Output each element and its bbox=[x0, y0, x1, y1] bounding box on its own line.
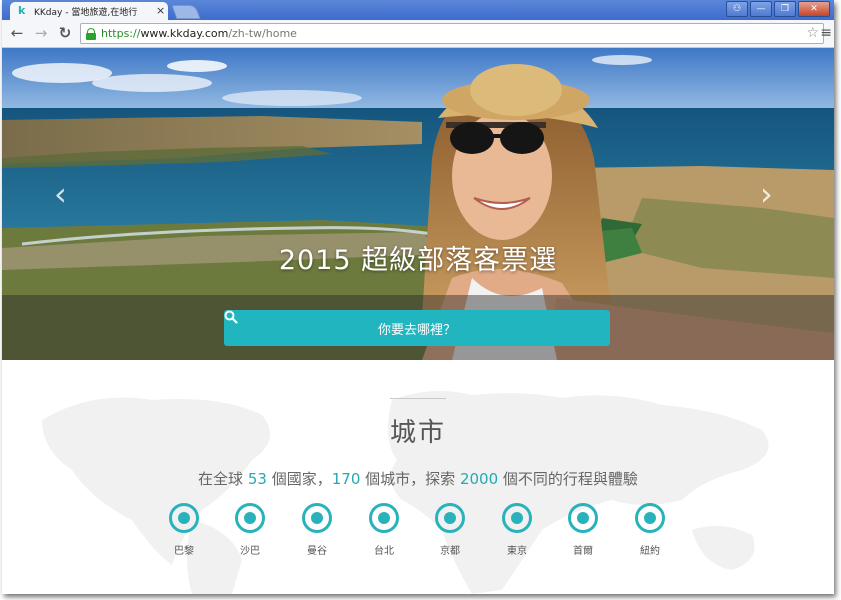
minimize-button[interactable]: — bbox=[750, 1, 772, 17]
city-marker-icon bbox=[235, 503, 265, 533]
cities-count: 170 bbox=[331, 470, 361, 488]
city-item[interactable]: 巴黎 bbox=[157, 503, 211, 557]
city-label: 曼谷 bbox=[307, 546, 327, 557]
tab-close-icon[interactable]: × bbox=[156, 5, 165, 17]
city-item[interactable]: 台北 bbox=[357, 503, 411, 557]
search-placeholder: 你要去哪裡？ bbox=[377, 322, 456, 338]
lock-icon bbox=[86, 27, 96, 40]
back-arrow-icon[interactable]: ← bbox=[8, 24, 26, 42]
forward-arrow-icon[interactable]: → bbox=[32, 24, 50, 42]
section-divider bbox=[390, 398, 446, 399]
city-item[interactable]: 東京 bbox=[490, 503, 544, 557]
city-item[interactable]: 沙巴 bbox=[223, 503, 277, 557]
reload-icon[interactable]: ↻ bbox=[56, 24, 74, 42]
city-label: 東京 bbox=[507, 546, 527, 557]
city-label: 沙巴 bbox=[240, 546, 260, 557]
city-item[interactable]: 首爾 bbox=[556, 503, 610, 557]
browser-window: k KKday - 當地旅遊,在地行 × ⚇ — ❐ ✕ ← → ↻ https… bbox=[2, 0, 834, 594]
stats-mid1: 個國家， bbox=[271, 470, 332, 488]
browser-toolbar: ← → ↻ https://www.kkday.com/zh-tw/home ☆… bbox=[2, 20, 834, 48]
close-window-button[interactable]: ✕ bbox=[798, 1, 830, 17]
city-item[interactable]: 曼谷 bbox=[290, 503, 344, 557]
city-label: 紐約 bbox=[640, 546, 660, 557]
url-path: /zh-tw/home bbox=[228, 27, 297, 40]
city-label: 首爾 bbox=[573, 546, 593, 557]
bookmark-star-icon[interactable]: ☆ bbox=[806, 24, 819, 43]
section-title: 城市 bbox=[389, 418, 446, 448]
new-tab-button[interactable] bbox=[171, 5, 201, 19]
carousel-next-arrow[interactable]: › bbox=[760, 176, 773, 212]
hero-title: 2015 超級部落客票選 bbox=[278, 245, 558, 276]
city-item[interactable]: 紐約 bbox=[623, 503, 677, 557]
hero-banner: ‹ › 2015 超級部落客票選 你要去哪裡？ bbox=[2, 48, 834, 360]
search-icon bbox=[224, 310, 238, 324]
url-host: www.kkday.com bbox=[140, 27, 229, 40]
city-marker-icon bbox=[502, 503, 532, 533]
city-label: 巴黎 bbox=[174, 546, 194, 557]
city-marker-icon bbox=[302, 503, 332, 533]
city-marker-icon bbox=[169, 503, 199, 533]
stats-suffix: 個不同的行程與體驗 bbox=[502, 470, 638, 488]
browser-tab[interactable]: k KKday - 當地旅遊,在地行 × bbox=[10, 2, 168, 20]
user-icon[interactable]: ⚇ bbox=[726, 1, 748, 17]
city-item[interactable]: 京都 bbox=[423, 503, 477, 557]
url-scheme: https:// bbox=[101, 27, 141, 40]
city-marker-icon bbox=[435, 503, 465, 533]
window-controls: ⚇ — ❐ ✕ bbox=[726, 1, 830, 17]
stats-prefix: 在全球 bbox=[198, 470, 244, 488]
tab-title: KKday - 當地旅遊,在地行 bbox=[34, 7, 138, 18]
kkday-favicon-icon: k bbox=[18, 4, 26, 17]
address-bar[interactable]: https://www.kkday.com/zh-tw/home ☆ bbox=[80, 23, 824, 44]
city-marker-icon bbox=[369, 503, 399, 533]
cities-section: 城市 在全球 53 個國家，170 個城市，探索 2000 個不同的行程與體驗 … bbox=[2, 360, 834, 594]
city-marker-icon bbox=[635, 503, 665, 533]
city-label: 台北 bbox=[374, 546, 394, 557]
stats-mid2: 個城市，探索 bbox=[365, 470, 456, 488]
countries-count: 53 bbox=[247, 470, 267, 488]
browser-menu-icon[interactable]: ≡ bbox=[820, 24, 832, 42]
title-bar: k KKday - 當地旅遊,在地行 × ⚇ — ❐ ✕ bbox=[2, 0, 834, 20]
restore-button[interactable]: ❐ bbox=[774, 1, 796, 17]
destination-search-button[interactable]: 你要去哪裡？ bbox=[224, 310, 610, 346]
experiences-count: 2000 bbox=[459, 470, 499, 488]
stats-line: 在全球 53 個國家，170 個城市，探索 2000 個不同的行程與體驗 bbox=[2, 468, 834, 489]
carousel-prev-arrow[interactable]: ‹ bbox=[54, 176, 67, 212]
url-text: https://www.kkday.com/zh-tw/home bbox=[101, 27, 297, 40]
city-label: 京都 bbox=[440, 546, 460, 557]
city-marker-icon bbox=[568, 503, 598, 533]
